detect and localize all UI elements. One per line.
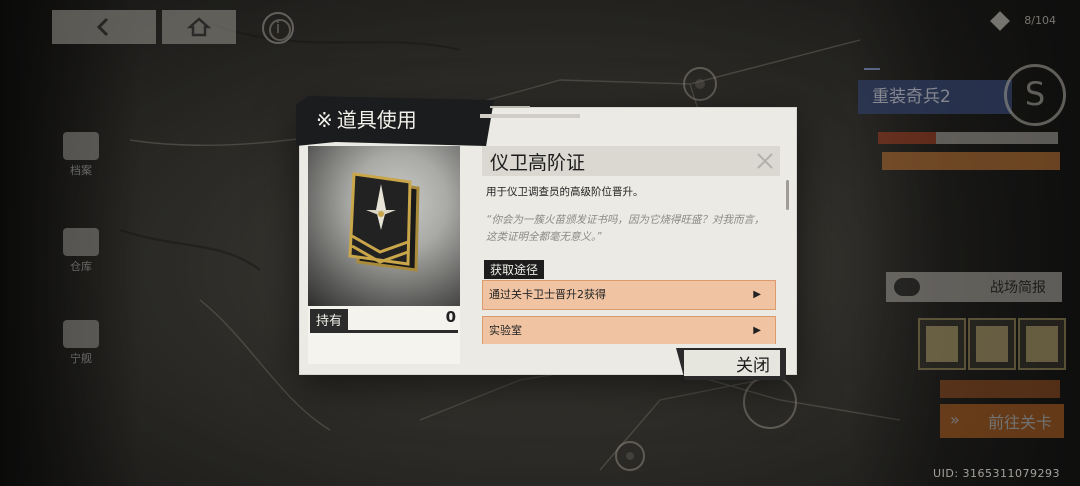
owned-count: 0 (445, 308, 456, 326)
insignia-icon (348, 172, 420, 272)
source-item-label: 通过关卡卫士晋升2获得 (489, 288, 606, 301)
source-item[interactable]: 通过关卡卫士晋升2获得 ▶ (482, 280, 776, 310)
dialog-header: ※ 道具使用 (296, 96, 494, 146)
source-item[interactable]: 实验室 ▶ (482, 316, 776, 344)
owned-label: 持有 (310, 309, 349, 330)
item-name-bar: 仪卫高阶证 (482, 146, 780, 176)
close-button-face: 关闭 (684, 350, 780, 376)
item-quote: “你会为一簇火苗颁发证书吗，因为它烧得旺盛？对我而言，这类证明全都毫无意义。” (486, 214, 765, 243)
owned-row: 持有 0 (308, 308, 460, 330)
source-item-label: 实验室 (489, 324, 522, 337)
play-arrow-icon: ▶ (753, 325, 761, 336)
item-description: 用于仪卫调查员的高级阶位晋升。 (486, 186, 644, 198)
item-image (308, 146, 460, 306)
close-button[interactable]: 关闭 (676, 348, 786, 380)
close-label: 关闭 (736, 356, 770, 376)
header-mark: ※ (316, 108, 333, 132)
play-arrow-icon: ▶ (753, 289, 761, 300)
source-section-title: 获取途径 (484, 260, 545, 279)
cross-mark-icon (757, 153, 773, 169)
item-card: 持有 0 (308, 146, 460, 364)
item-name: 仪卫高阶证 (490, 152, 586, 174)
dialog-title: 道具使用 (336, 108, 417, 132)
header-decoration (480, 106, 580, 118)
description-scrollbar[interactable] (786, 180, 789, 210)
divider (310, 330, 458, 333)
source-list: 通过关卡卫士晋升2获得 ▶ 实验室 ▶ (482, 280, 778, 344)
item-use-dialog: ※ 道具使用 持有 0 仪卫高阶证 用于仪卫调查员的高级阶位晋升。 “你会为一簇… (296, 96, 796, 380)
